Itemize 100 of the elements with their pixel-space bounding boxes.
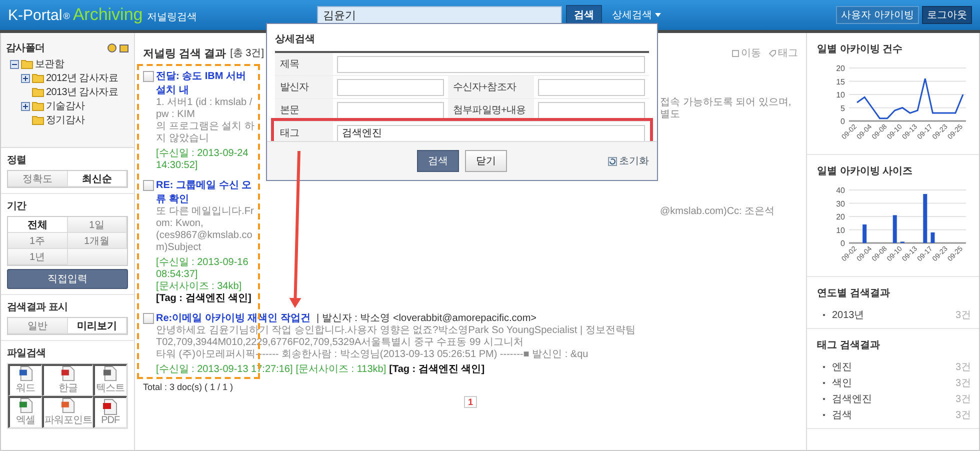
logo-accent-text: Archiving (72, 5, 143, 25)
sender-text: | 발신자 : 박소영 <loverabbit@amorepacific.com> (316, 312, 536, 325)
total-count: Total : 3 doc(s) ( 1 / 1 ) (143, 382, 234, 392)
file-type-button[interactable]: PDF (92, 396, 127, 428)
period-option[interactable]: 1년 (8, 249, 68, 265)
advanced-search-link[interactable]: 상세검색 (612, 8, 661, 22)
tag-text: [Tag : 검색엔진 색인] (389, 364, 485, 376)
logout-button[interactable]: 로그아웃 (922, 6, 972, 24)
display-option[interactable]: 미리보기 (68, 318, 127, 334)
result-title-link[interactable]: 전달: 송도 IBM 서버 설치 내 (156, 69, 254, 97)
logo-subtitle: 저널링검색 (146, 11, 197, 24)
axis-label: 0 (840, 239, 845, 248)
section-title: 정렬 (7, 155, 28, 167)
result-title-link[interactable]: Re:이메일 아카이빙 재색인 작업건 (156, 311, 310, 325)
period-option[interactable]: 1일 (68, 217, 127, 233)
field-label: 수신자+참조자 (448, 76, 534, 98)
period-option[interactable]: 1주 (8, 233, 68, 249)
bar (862, 224, 867, 243)
folder-label[interactable]: 2012년 감사자료 (46, 71, 118, 85)
folder-label[interactable]: 보관함 (35, 57, 64, 71)
axis-label: 10 (836, 226, 845, 235)
bar (923, 194, 928, 243)
results-title: 저널링 검색 결과 (143, 46, 226, 60)
file-type-button[interactable]: 텍스트 (92, 364, 127, 396)
folder-label[interactable]: 2013년 감사자료 (46, 85, 118, 99)
file-type-button[interactable]: 워드 (8, 364, 42, 396)
axis-label: 10 (836, 90, 845, 100)
text-field[interactable] (538, 78, 645, 96)
user-archiving-button[interactable]: 사용자 아카이빙 (836, 6, 919, 24)
period-option[interactable]: 전체 (8, 217, 68, 233)
axis-label: 20 (836, 212, 845, 222)
close-button[interactable]: 닫기 (465, 150, 507, 172)
expand-icon[interactable] (21, 102, 30, 110)
direct-input-button[interactable]: 직접입력 (7, 269, 128, 289)
sort-option[interactable]: 정확도 (8, 171, 68, 187)
document-icon (61, 366, 75, 381)
result-link[interactable]: 색인 (832, 376, 852, 390)
folder-icon (32, 73, 44, 83)
bar (892, 215, 897, 243)
received-date: [수신일 : 2013-09-16 08:54:37] (156, 257, 250, 281)
collapse-icon[interactable] (10, 60, 19, 68)
search-field[interactable]: 김윤기 (317, 6, 562, 24)
received-date: [수신일 : 2013-09-24 14:30:52] (156, 148, 250, 172)
document-size: [문서사이즈 : 113kb] (296, 364, 386, 376)
axis-label: 20 (836, 64, 845, 73)
caret-icon (655, 13, 661, 17)
file-type-button[interactable]: 파워포인트 (42, 396, 93, 428)
result-count: 3건 (955, 393, 971, 406)
axis-label: 0 (840, 117, 845, 126)
results-count: [총 3건] (230, 47, 264, 60)
text-field[interactable] (337, 78, 444, 96)
sort-option[interactable]: 최신순 (68, 171, 127, 187)
square-icon (732, 50, 739, 56)
search-button[interactable]: 검색 (566, 4, 602, 26)
reset-link[interactable]: 초기화 (608, 154, 649, 168)
period-option[interactable]: 1개월 (68, 233, 127, 249)
axis-label: 30 (836, 199, 845, 208)
tag-icon (769, 50, 776, 56)
folder-label[interactable]: 정기감사 (46, 113, 85, 127)
checkbox[interactable] (143, 71, 154, 82)
text-field[interactable] (337, 56, 645, 72)
axis-label: 40 (836, 186, 845, 195)
chart-title: 일별 아카이빙 사이즈 (817, 165, 914, 178)
text-field[interactable] (337, 102, 444, 118)
tag-text: [Tag : 검색엔진 색인] (156, 293, 252, 305)
checkbox[interactable] (143, 313, 154, 324)
bar (930, 232, 935, 243)
checkbox[interactable] (143, 180, 154, 191)
document-icon (103, 366, 118, 381)
expand-icon[interactable] (21, 74, 30, 82)
display-option[interactable]: 일반 (8, 318, 68, 334)
received-date: [수신일 : 2013-09-13 17:27:16] (156, 364, 293, 376)
result-link[interactable]: 검색엔진 (832, 392, 872, 406)
search-button[interactable]: 검색 (417, 150, 459, 172)
folder-icon (32, 87, 44, 97)
folder-icon (21, 59, 33, 69)
logo-text: K-Portal (8, 7, 62, 24)
result-count: 3건 (955, 409, 971, 422)
document-icon (61, 398, 75, 413)
file-type-button[interactable]: 엑셀 (8, 396, 42, 428)
result-title-link[interactable]: RE: 그룹메일 수신 오류 확인 (156, 178, 254, 206)
refresh-icon (608, 156, 617, 166)
result-link[interactable]: 엔진 (832, 360, 852, 374)
text-field[interactable] (538, 102, 645, 118)
page-button[interactable]: 1 (464, 396, 477, 408)
result-count: 3건 (955, 377, 971, 390)
file-type-button[interactable]: 한글 (42, 364, 93, 396)
snippet-text: 1. 서버1 (id : kmslab / pw : KIM (156, 97, 254, 121)
result-link[interactable]: 2013년 (832, 308, 864, 322)
document-icon (18, 398, 33, 413)
folder-label[interactable]: 기술감사 (46, 99, 85, 113)
snippet-text: 또 다른 메일입니다.From: Kwon, (156, 206, 255, 230)
snippet-text: @kmslab.com)Cc: 조은석 (660, 206, 776, 219)
result-link[interactable]: 검색 (832, 408, 852, 422)
document-icon (103, 399, 118, 415)
section-title: 기간 (7, 201, 28, 213)
section-title: 연도별 검색결과 (817, 287, 891, 300)
text-field[interactable]: 검색엔진 (337, 124, 645, 142)
chart-title: 일별 아카이빙 건수 (817, 43, 904, 56)
axis-label: 5 (840, 104, 845, 113)
